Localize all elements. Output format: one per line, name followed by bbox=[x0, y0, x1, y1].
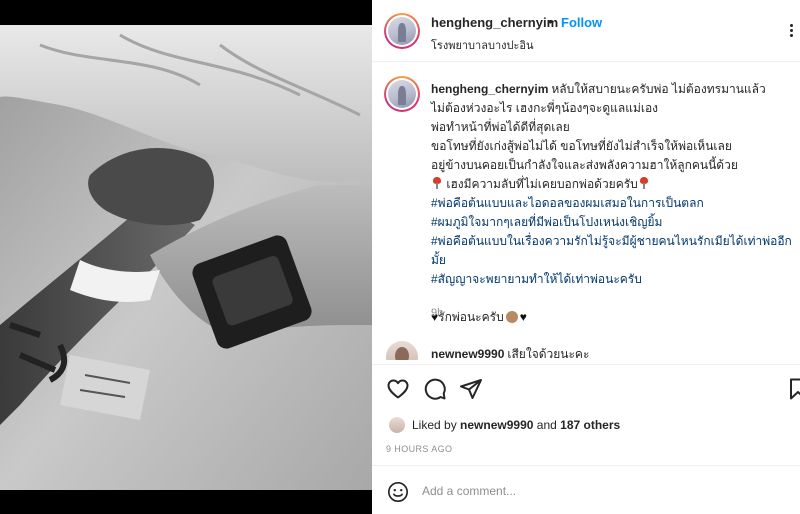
comments-section: hengheng_chernyim หลับให้สบายนะครับพ่อ ไม… bbox=[372, 63, 800, 360]
pushpin-icon bbox=[432, 177, 442, 189]
hashtag-1[interactable]: #พ่อคือต้นแบบและไอดอลของผมเสมอในการเป็นต… bbox=[431, 194, 791, 213]
send-icon[interactable] bbox=[459, 377, 483, 401]
action-bar bbox=[372, 364, 800, 412]
likes-summary: Liked by newnew9990 and 187 others bbox=[412, 418, 620, 432]
post-timestamp[interactable]: 9 HOURS AGO bbox=[386, 444, 452, 454]
author-avatar[interactable] bbox=[384, 13, 420, 49]
comment-text: เสียใจด้วยนะคะ bbox=[507, 347, 590, 360]
caption-secret-line: เฮงมีความลับที่ไม่เคยบอกพ่อด้วยครับ bbox=[446, 177, 638, 191]
likes-prefix: Liked by bbox=[412, 418, 457, 432]
post-header: hengheng_chernyim • Follow โรงพยาบาลบางป… bbox=[372, 0, 800, 62]
bookmark-icon[interactable] bbox=[786, 377, 800, 401]
separator-dot: • bbox=[548, 14, 553, 29]
liker-avatar[interactable] bbox=[388, 416, 406, 434]
heart-icon[interactable] bbox=[386, 377, 410, 401]
hashtag-3[interactable]: #พ่อคือต้นแบบในเรื่องความรักไม่รู้จะมีผู… bbox=[431, 232, 792, 251]
smiley-icon[interactable] bbox=[387, 481, 409, 503]
caption-author-avatar[interactable] bbox=[384, 76, 420, 112]
add-comment-bar bbox=[372, 465, 800, 514]
post-photo[interactable] bbox=[0, 25, 372, 490]
hashtag-3-continued[interactable]: มั้ย bbox=[431, 251, 791, 270]
hashtag-4[interactable]: #สัญญาจะพยายามทำให้ได้เท่าพ่อนะครับ bbox=[431, 270, 791, 289]
pushpin-icon bbox=[639, 177, 649, 189]
commenter-avatar[interactable] bbox=[386, 341, 418, 360]
post-location[interactable]: โรงพยาบาลบางปะอิน bbox=[431, 36, 534, 54]
likes-and: and bbox=[536, 418, 557, 432]
comment-item: newnew9990 เสียใจด้วยนะคะ bbox=[431, 345, 589, 360]
follow-button[interactable]: Follow bbox=[561, 15, 602, 30]
comment-input[interactable] bbox=[422, 480, 752, 502]
liker-username[interactable]: newnew9990 bbox=[460, 418, 533, 432]
caption-line-3: พ่อทำหน้าที่พ่อได้ดีที่สุดเลย bbox=[431, 120, 570, 134]
author-username[interactable]: hengheng_chernyim bbox=[431, 15, 558, 30]
caption-line-4: ขอโทษที่ยังเก่งสู้พ่อไม่ได้ ขอโทษที่ยังไ… bbox=[431, 139, 732, 153]
likes-others-link[interactable]: 187 others bbox=[560, 418, 620, 432]
post-media bbox=[0, 0, 372, 514]
caption-username[interactable]: hengheng_chernyim bbox=[431, 82, 548, 96]
post-caption: hengheng_chernyim หลับให้สบายนะครับพ่อ ไม… bbox=[431, 80, 792, 327]
comment-icon[interactable] bbox=[423, 377, 447, 401]
caption-love-line: รักพ่อนะครับ bbox=[438, 310, 504, 324]
holding-hands-photo bbox=[0, 25, 372, 490]
more-dots-icon[interactable] bbox=[790, 22, 800, 40]
commenter-username[interactable]: newnew9990 bbox=[431, 347, 504, 360]
caption-line-5: อยู่ข้างบนคอยเป็นกำลังใจและส่งพลังความฮา… bbox=[431, 158, 738, 172]
black-heart-icon: ♥ bbox=[519, 310, 527, 324]
face-emoji-icon bbox=[505, 311, 518, 323]
caption-line-2: ไม่ต้องห่วงอะไร เฮงกะพี่ๆน้องๆจะดูแลแม่เ… bbox=[431, 101, 659, 115]
caption-line-1: หลับให้สบายนะครับพ่อ ไม่ต้องทรมานแล้ว bbox=[551, 82, 766, 96]
likes-row: Liked by newnew9990 and 187 others bbox=[372, 412, 800, 440]
caption-time[interactable]: 9h bbox=[431, 307, 443, 319]
hashtag-2[interactable]: #ผมภูมิใจมากๆเลยที่มีพ่อเป็นโปงเหน่งเชิญ… bbox=[431, 213, 791, 232]
post-panel: hengheng_chernyim • Follow โรงพยาบาลบางป… bbox=[372, 0, 800, 514]
